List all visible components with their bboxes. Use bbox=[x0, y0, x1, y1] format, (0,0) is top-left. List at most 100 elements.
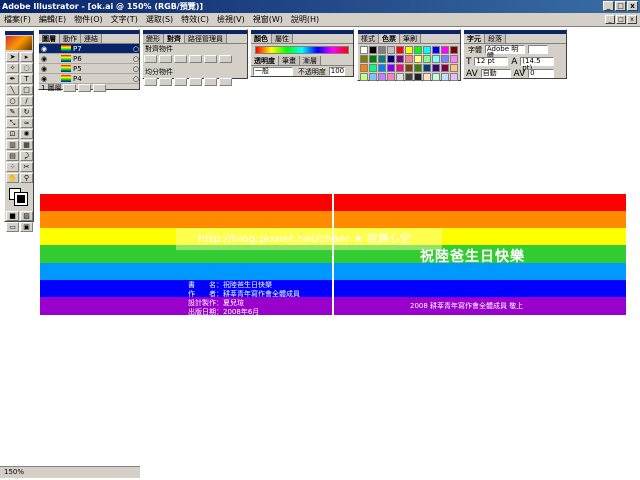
selection-tool-icon[interactable]: ➤ bbox=[6, 52, 19, 62]
align-hcenter-button[interactable] bbox=[159, 55, 172, 63]
zoom-tool-icon[interactable]: ⚲ bbox=[20, 173, 33, 183]
color-swatch[interactable] bbox=[405, 64, 413, 72]
maximize-button[interactable]: □ bbox=[615, 1, 626, 11]
color-swatch[interactable] bbox=[423, 46, 431, 54]
target-icon[interactable]: ○ bbox=[133, 75, 139, 83]
gradient-mode-icon[interactable]: ▨ bbox=[20, 211, 33, 221]
full-screen-mode-icon[interactable]: ▣ bbox=[20, 222, 33, 232]
color-swatch[interactable] bbox=[432, 55, 440, 63]
gradient-tool-icon[interactable]: ▤ bbox=[6, 151, 19, 161]
brush-tool-icon[interactable]: ∕ bbox=[20, 96, 33, 106]
line-tool-icon[interactable]: ╲ bbox=[6, 85, 19, 95]
zoom-status[interactable]: 150% bbox=[0, 466, 140, 478]
color-swatch[interactable] bbox=[414, 55, 422, 63]
color-swatch[interactable] bbox=[441, 46, 449, 54]
menu-effect[interactable]: 特效(C) bbox=[177, 13, 213, 27]
new-layer-button[interactable] bbox=[77, 84, 91, 92]
color-swatch[interactable] bbox=[432, 64, 440, 72]
menu-type[interactable]: 文字(T) bbox=[107, 13, 142, 27]
tab-swatches[interactable]: 色票 bbox=[379, 34, 400, 43]
color-swatch[interactable] bbox=[441, 64, 449, 72]
font-select[interactable]: Adobe 明體 bbox=[484, 45, 525, 60]
tab-align[interactable]: 對齊 bbox=[164, 34, 185, 43]
target-icon[interactable]: ○ bbox=[133, 45, 139, 53]
color-swatch[interactable] bbox=[396, 55, 404, 63]
blend-tool-icon[interactable]: ⁘ bbox=[6, 162, 19, 172]
tab-gradient[interactable]: 漸層 bbox=[300, 56, 321, 65]
color-swatch[interactable] bbox=[450, 64, 458, 72]
distribute-vcenter-button[interactable] bbox=[159, 78, 172, 86]
blend-mode-select[interactable]: 一般 bbox=[253, 67, 293, 76]
magic-wand-tool-icon[interactable]: ✧ bbox=[6, 63, 19, 73]
hand-tool-icon[interactable]: ✋ bbox=[6, 173, 19, 183]
close-button[interactable]: x bbox=[627, 1, 638, 11]
visibility-icon[interactable]: ◉ bbox=[39, 45, 49, 53]
artboard[interactable]: 書 名：祝陸爸生日快樂 作 者：耕莘青年寫作會全體成員 設計製作：夏兒瑄 出版日… bbox=[40, 194, 626, 316]
eyedropper-tool-icon[interactable]: ⤸ bbox=[20, 151, 33, 161]
align-right-button[interactable] bbox=[174, 55, 187, 63]
color-swatch[interactable] bbox=[423, 55, 431, 63]
tab-stroke[interactable]: 筆畫 bbox=[279, 56, 300, 65]
layer-row[interactable]: ◉ P7 ○ bbox=[39, 44, 139, 54]
pencil-tool-icon[interactable]: ✎ bbox=[6, 107, 19, 117]
color-swatch[interactable] bbox=[369, 55, 377, 63]
color-swatch[interactable] bbox=[378, 55, 386, 63]
screen-mode-icon[interactable]: ▭ bbox=[6, 222, 19, 232]
visibility-icon[interactable]: ◉ bbox=[39, 55, 49, 63]
distribute-bottom-button[interactable] bbox=[174, 78, 187, 86]
tab-color[interactable]: 顏色 bbox=[251, 34, 272, 43]
kerning-field[interactable]: 自動 bbox=[480, 69, 511, 78]
visibility-icon[interactable]: ◉ bbox=[39, 65, 49, 73]
illustrator-logo[interactable] bbox=[6, 36, 32, 50]
tab-attributes[interactable]: 屬性 bbox=[272, 34, 293, 43]
menu-object[interactable]: 物件(O) bbox=[70, 13, 107, 27]
layer-row[interactable]: ◉ P5 ○ bbox=[39, 64, 139, 74]
menu-window[interactable]: 視窗(W) bbox=[249, 13, 287, 27]
layer-row[interactable]: ◉ P6 ○ bbox=[39, 54, 139, 64]
color-swatch[interactable] bbox=[414, 73, 422, 81]
color-swatch[interactable] bbox=[369, 73, 377, 81]
doc-restore-button[interactable]: □ bbox=[616, 15, 626, 24]
symbol-sprayer-tool-icon[interactable]: ✺ bbox=[20, 129, 33, 139]
visibility-icon[interactable]: ◉ bbox=[39, 75, 49, 83]
color-swatch[interactable] bbox=[369, 46, 377, 54]
color-swatch[interactable] bbox=[432, 46, 440, 54]
scissors-tool-icon[interactable]: ✂ bbox=[20, 162, 33, 172]
delete-layer-button[interactable] bbox=[92, 84, 106, 92]
new-sublayer-button[interactable] bbox=[62, 84, 76, 92]
menu-view[interactable]: 檢視(V) bbox=[213, 13, 249, 27]
minimize-button[interactable]: _ bbox=[603, 1, 614, 11]
graph-tool-icon[interactable]: ▥ bbox=[6, 140, 19, 150]
menu-edit[interactable]: 編輯(E) bbox=[35, 13, 70, 27]
distribute-top-button[interactable] bbox=[144, 78, 157, 86]
color-swatch[interactable] bbox=[387, 73, 395, 81]
type-tool-icon[interactable]: T bbox=[20, 74, 33, 84]
menu-file[interactable]: 檔案(F) bbox=[0, 13, 35, 27]
tab-character[interactable]: 字元 bbox=[464, 34, 485, 43]
tab-styles[interactable]: 樣式 bbox=[358, 34, 379, 43]
color-swatch[interactable] bbox=[450, 55, 458, 63]
tab-brushes[interactable]: 筆刷 bbox=[400, 34, 421, 43]
mesh-tool-icon[interactable]: ▦ bbox=[20, 140, 33, 150]
tab-paragraph[interactable]: 段落 bbox=[485, 34, 506, 43]
direct-selection-tool-icon[interactable]: ▸ bbox=[20, 52, 33, 62]
color-swatch[interactable] bbox=[378, 46, 386, 54]
target-icon[interactable]: ○ bbox=[133, 55, 139, 63]
menu-help[interactable]: 說明(H) bbox=[287, 13, 323, 27]
rectangle-tool-icon[interactable]: □ bbox=[20, 85, 33, 95]
color-swatch[interactable] bbox=[432, 73, 440, 81]
align-top-button[interactable] bbox=[189, 55, 202, 63]
color-swatch[interactable] bbox=[450, 46, 458, 54]
lasso-tool-icon[interactable]: ◌ bbox=[20, 63, 33, 73]
color-swatch[interactable] bbox=[387, 64, 395, 72]
leading-field[interactable]: (14.5 pt) bbox=[520, 57, 555, 72]
color-swatch[interactable] bbox=[405, 55, 413, 63]
tracking-field[interactable]: 0 bbox=[528, 69, 555, 78]
color-mode-icon[interactable]: ■ bbox=[6, 211, 19, 221]
font-style-select[interactable] bbox=[527, 45, 548, 54]
distribute-right-button[interactable] bbox=[219, 78, 232, 86]
color-swatch[interactable] bbox=[423, 73, 431, 81]
align-vcenter-button[interactable] bbox=[204, 55, 217, 63]
tab-layers[interactable]: 圖層 bbox=[39, 34, 60, 43]
scale-tool-icon[interactable]: ⤡ bbox=[6, 118, 19, 128]
